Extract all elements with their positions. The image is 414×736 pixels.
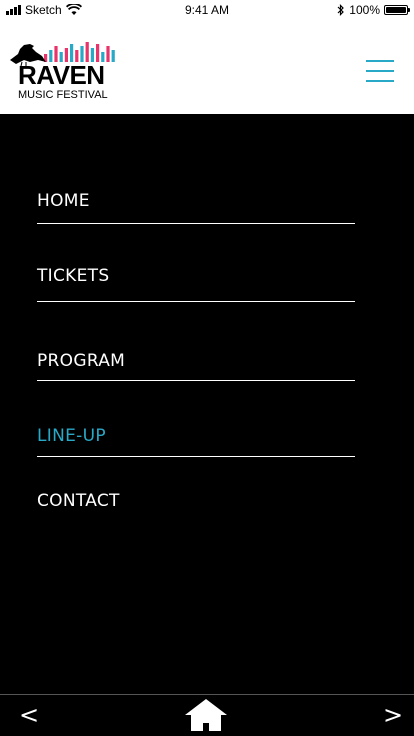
nav-item-contact[interactable]: CONTACT [37,491,355,519]
nav-item-line-up[interactable]: LINE-UP [37,426,355,457]
battery-icon [384,5,410,15]
nav-item-label: TICKETS [37,266,110,286]
nav-item-label: HOME [37,191,90,211]
nav-item-label: PROGRAM [37,351,126,371]
logo-wordmark: RAVEN [18,60,105,90]
bottom-nav-bar: < > [0,694,414,736]
logo-equalizer-bar [106,46,110,62]
logo-equalizer-bar [85,42,89,62]
nav-item-tickets[interactable]: TICKETS [37,266,355,302]
nav-item-home[interactable]: HOME [37,191,355,224]
status-bar: Sketch 9:41 AM 100% [0,0,414,20]
home-icon[interactable] [183,697,229,733]
logo-equalizer-bar [111,50,115,62]
battery-percent: 100% [349,3,380,17]
nav-item-label: LINE-UP [37,426,106,446]
site-header: RAVEN MUSIC FESTIVAL [0,20,414,114]
status-right: 100% [337,3,410,17]
nav-item-label: CONTACT [37,491,120,511]
nav-item-program[interactable]: PROGRAM [37,351,355,381]
raven-logo[interactable]: RAVEN MUSIC FESTIVAL [8,40,120,104]
logo-subtitle: MUSIC FESTIVAL [18,89,108,101]
prev-arrow-button[interactable]: < [19,701,39,729]
app-screen: Sketch 9:41 AM 100% RAVEN MUSIC FESTIVAL… [0,0,414,736]
hamburger-menu-button[interactable] [366,60,394,82]
bluetooth-icon [337,4,345,16]
next-arrow-button[interactable]: > [383,701,403,729]
